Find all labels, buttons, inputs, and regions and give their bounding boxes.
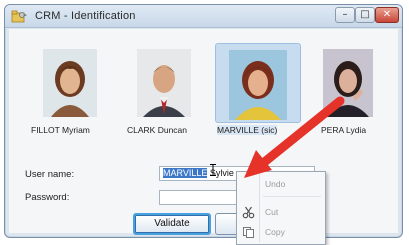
menu-item-copy[interactable]: Copy	[237, 224, 325, 242]
close-button[interactable]: ✕	[375, 7, 399, 23]
portrait-icon	[229, 50, 287, 120]
photo-label-fillot: FILLOT Myriam	[31, 125, 90, 135]
portrait-icon	[137, 49, 191, 117]
menu-item-undo[interactable]: Undo	[237, 176, 325, 194]
menu-separator	[263, 196, 321, 197]
user-photo-pera[interactable]	[305, 43, 391, 123]
user-photo-marville[interactable]	[215, 43, 301, 123]
portrait-icon	[323, 49, 373, 117]
password-label: Password:	[25, 192, 70, 203]
context-menu: Undo Cut Copy	[236, 171, 326, 245]
photo-label-clark: CLARK Duncan	[127, 125, 188, 135]
key-folder-icon	[11, 10, 27, 23]
username-label: User name:	[25, 169, 75, 180]
application-window: CRM - Identification – □ ✕ FILLOT Myriam	[4, 4, 403, 238]
validate-button[interactable]: Validate	[133, 213, 211, 235]
portrait-icon	[43, 49, 97, 117]
text-cursor-icon	[210, 164, 216, 176]
menu-item-label: Copy	[265, 227, 285, 237]
photo-label-marville: MARVILLE (sic)	[217, 125, 278, 135]
identification-panel: FILLOT Myriam CLARK Duncan MARVILLE (sic…	[9, 29, 398, 235]
window-title: CRM - Identification	[35, 10, 136, 22]
user-photo-clark[interactable]	[121, 43, 207, 123]
menu-item-label: Cut	[265, 207, 279, 217]
maximize-button[interactable]: □	[355, 7, 375, 23]
user-photo-fillot[interactable]	[27, 43, 113, 123]
copy-icon	[243, 227, 254, 238]
username-selected-text: MARVILLE	[163, 168, 208, 178]
menu-item-cut[interactable]: Cut	[237, 204, 325, 222]
title-bar[interactable]: CRM - Identification – □ ✕	[5, 5, 402, 28]
photo-label-pera: PERA Lydia	[321, 125, 367, 135]
scissors-icon	[242, 206, 255, 219]
menu-item-label: Undo	[265, 179, 286, 189]
minimize-button[interactable]: –	[335, 7, 355, 23]
